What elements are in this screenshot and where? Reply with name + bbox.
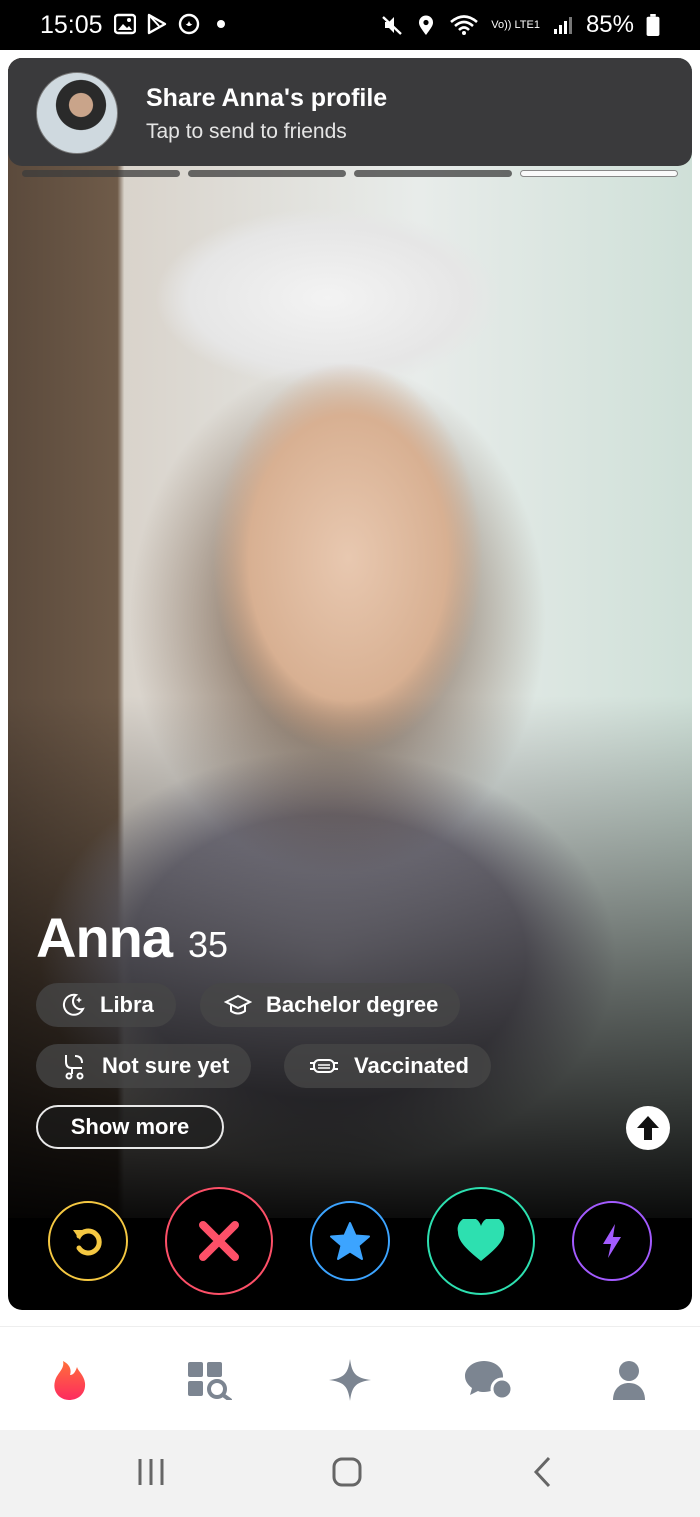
explore-grid-icon	[188, 1362, 232, 1400]
graduation-cap-icon	[224, 994, 252, 1015]
arrow-up-icon	[637, 1116, 659, 1140]
moon-icon	[62, 993, 85, 1016]
status-bar: 15:05 Vo)) LTE1 85%	[0, 0, 700, 50]
recent-apps-icon	[138, 1459, 164, 1485]
chat-icon	[465, 1361, 514, 1401]
volte-signal-icon	[553, 17, 572, 34]
chip-label: Libra	[100, 992, 154, 1017]
volte-label: Vo)) LTE1	[491, 18, 540, 31]
photo-index-bar[interactable]	[22, 170, 180, 177]
recent-apps-button[interactable]	[136, 1452, 166, 1492]
person-icon	[613, 1361, 645, 1400]
wifi-icon	[450, 15, 479, 35]
nav-discover[interactable]	[44, 1357, 94, 1403]
boost-button[interactable]	[572, 1201, 652, 1281]
heart-icon	[457, 1219, 505, 1261]
home-button[interactable]	[330, 1452, 364, 1492]
profile-name: Anna	[36, 906, 173, 969]
banner-subtitle: Tap to send to friends	[146, 120, 347, 143]
star-icon	[330, 1222, 370, 1260]
nav-explore[interactable]	[184, 1357, 234, 1403]
tinder-notification-icon	[178, 13, 200, 35]
mute-icon	[382, 16, 403, 35]
chip-label: Vaccinated	[354, 1053, 469, 1078]
family-plans-icon	[65, 1055, 84, 1080]
system-nav-bar	[0, 1430, 700, 1517]
photo-index-bar[interactable]	[354, 170, 512, 177]
close-icon	[199, 1221, 239, 1261]
nav-profile[interactable]	[604, 1357, 654, 1403]
home-icon	[332, 1457, 362, 1487]
photo-index-bars	[22, 170, 678, 177]
rewind-icon	[73, 1228, 102, 1256]
profile-age: 35	[188, 924, 229, 965]
rewind-button[interactable]	[48, 1201, 128, 1281]
battery-percent: 85%	[585, 11, 634, 38]
photo-index-bar-active[interactable]	[520, 170, 678, 177]
sparkle-icon	[329, 1359, 371, 1401]
open-profile-button[interactable]	[626, 1106, 670, 1150]
share-profile-banner[interactable]: Share Anna's profile Tap to send to frie…	[8, 58, 692, 166]
name-age-line: Anna 35	[36, 905, 228, 970]
play-store-icon	[147, 13, 167, 35]
photo-index-bar[interactable]	[188, 170, 346, 177]
status-time: 15:05	[40, 11, 103, 39]
show-more-button[interactable]: Show more	[36, 1105, 224, 1149]
dot-icon	[217, 20, 225, 28]
nav-gold-home[interactable]	[325, 1357, 375, 1403]
flame-icon	[54, 1361, 86, 1400]
mask-icon	[310, 1059, 338, 1073]
nav-messages[interactable]	[464, 1357, 514, 1403]
banner-title: Share Anna's profile	[146, 84, 388, 112]
like-button[interactable]	[427, 1187, 535, 1295]
chip-education: Bachelor degree	[200, 983, 461, 1027]
avatar	[36, 72, 118, 154]
chip-label: Bachelor degree	[266, 992, 439, 1017]
nope-button[interactable]	[165, 1187, 273, 1295]
gallery-icon	[114, 13, 136, 35]
super-like-button[interactable]	[310, 1201, 390, 1281]
battery-icon	[646, 14, 660, 36]
back-icon	[533, 1456, 551, 1488]
chip-zodiac: Libra	[36, 983, 176, 1027]
lightning-icon	[603, 1224, 621, 1258]
back-button[interactable]	[530, 1452, 554, 1492]
bottom-nav	[0, 1326, 700, 1431]
chip-label: Not sure yet	[102, 1053, 230, 1078]
location-icon	[419, 15, 434, 35]
chip-family-plans: Not sure yet	[36, 1044, 252, 1088]
chip-vaccination: Vaccinated	[284, 1044, 491, 1088]
